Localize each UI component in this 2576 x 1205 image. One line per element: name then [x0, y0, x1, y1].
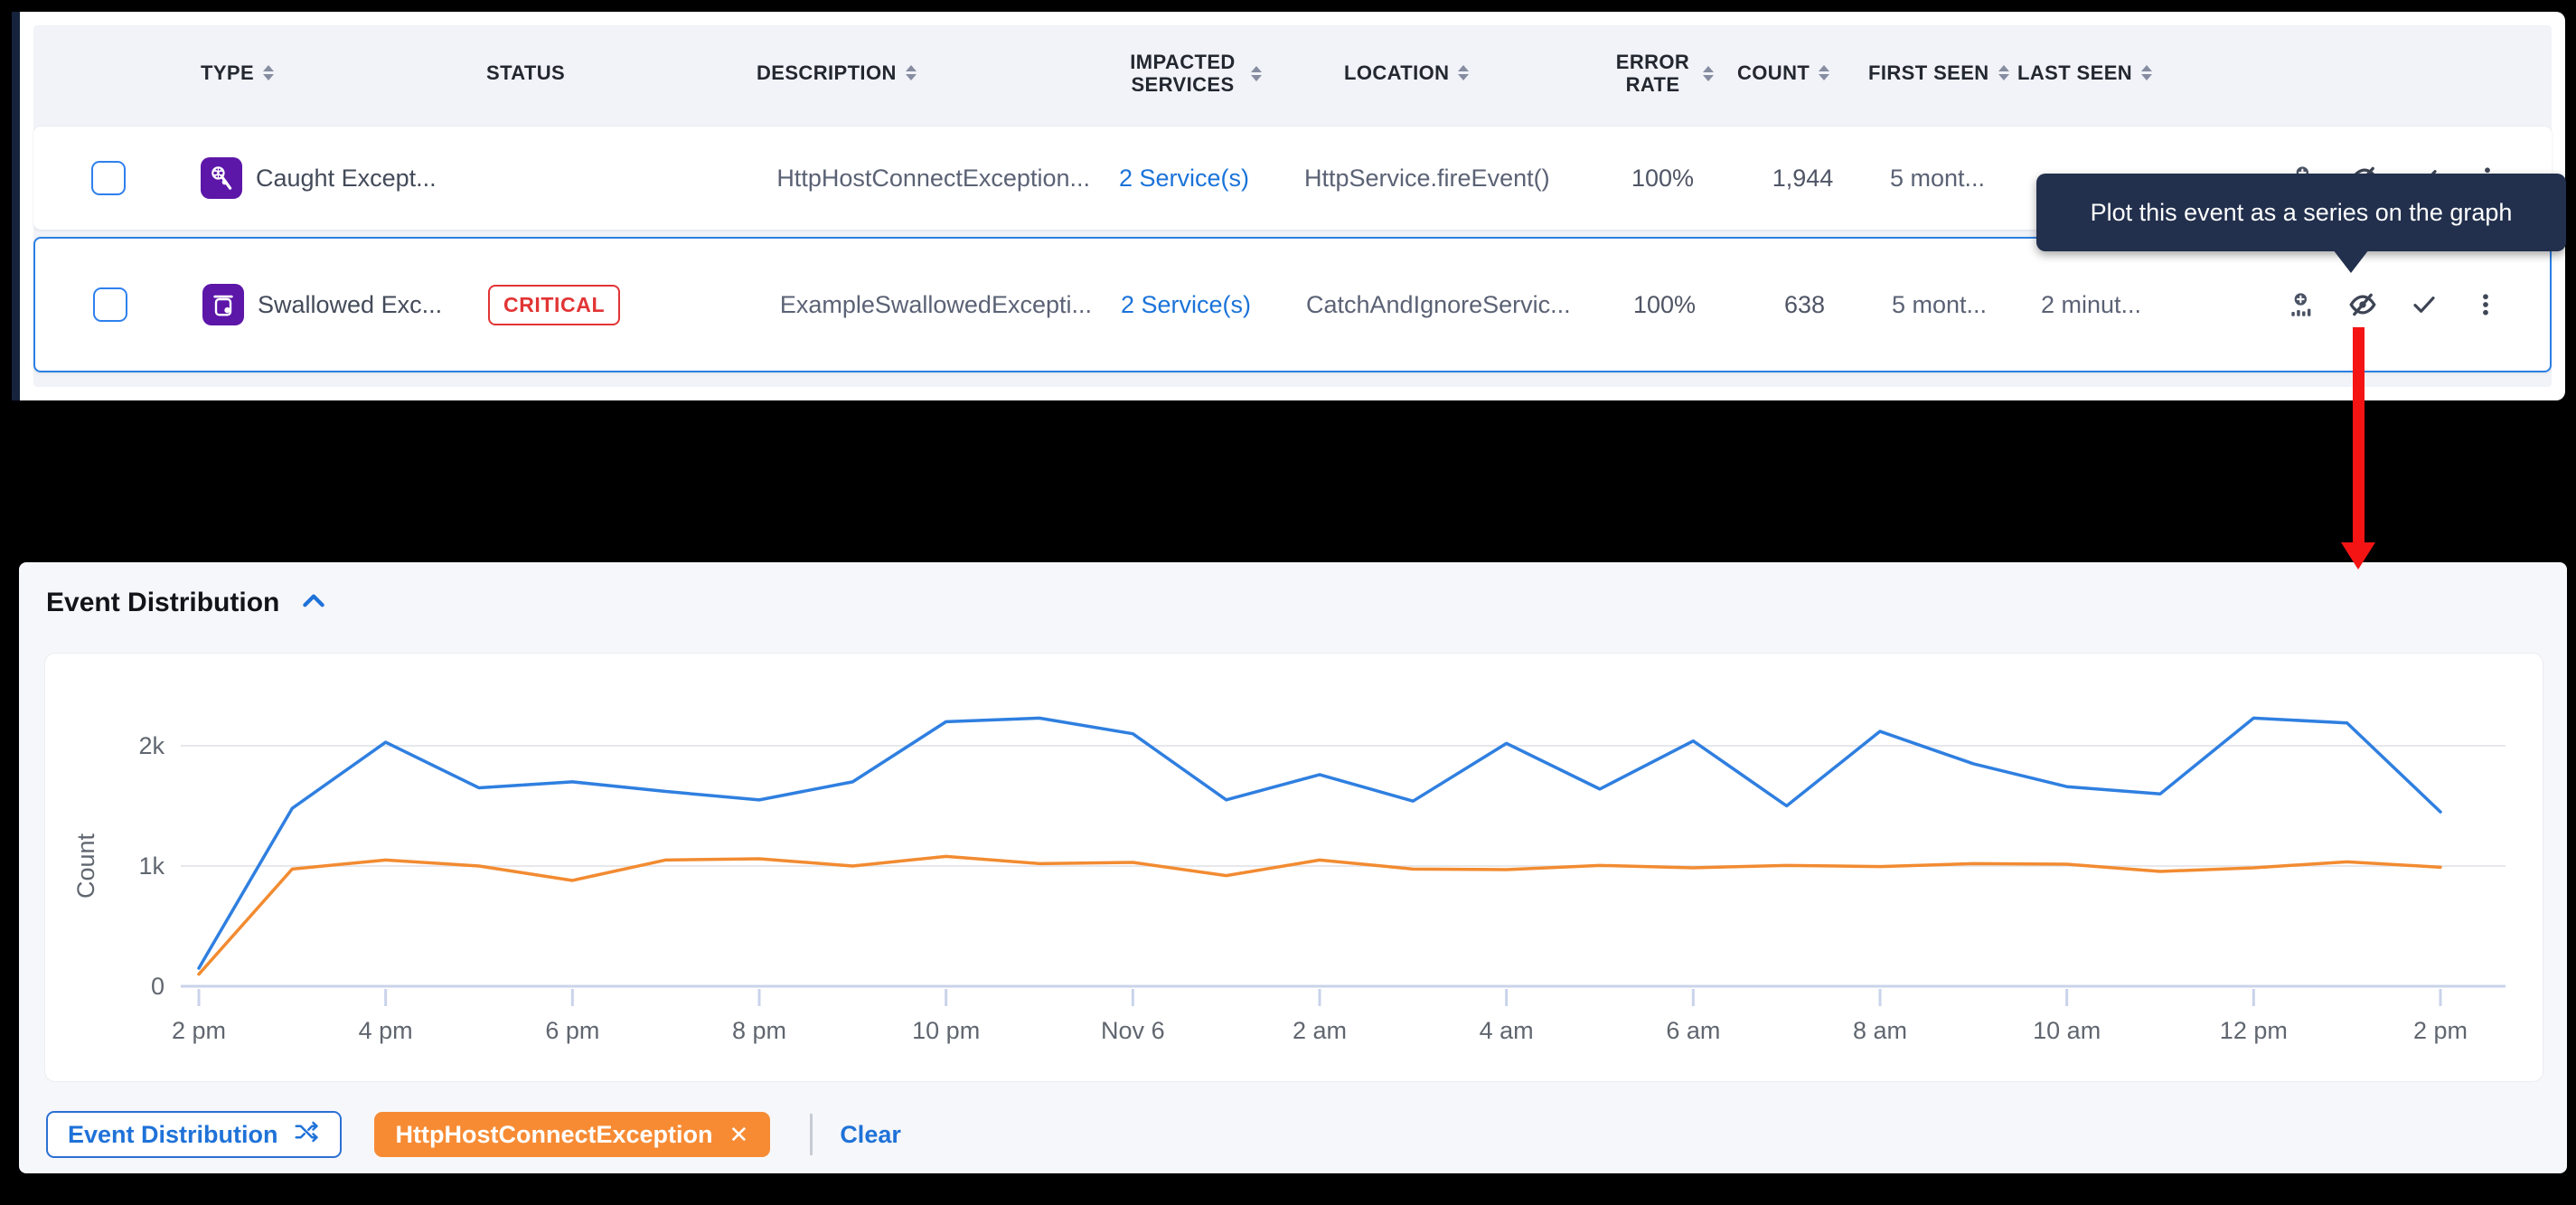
table-header-row: TYPE STATUS DESCRIPTION IMPACTED SERVICE…	[33, 25, 2552, 121]
event-distribution-section: Event Distribution 0 1k 2k 2 pm 4 pm 6 pm 8 pm…	[19, 562, 2567, 1173]
svg-text:10 am: 10 am	[2033, 1017, 2101, 1044]
series-chip-httphostconnectexception[interactable]: HttpHostConnectException ✕	[374, 1112, 771, 1157]
impacted-services-link[interactable]: 2 Service(s)	[1097, 291, 1292, 319]
section-title: Event Distribution	[46, 588, 279, 618]
column-label: LOCATION	[1344, 61, 1449, 84]
svg-text:12 pm: 12 pm	[2220, 1017, 2288, 1044]
svg-text:2 pm: 2 pm	[2413, 1017, 2468, 1044]
status-cell: CRITICAL	[456, 285, 686, 325]
chip-label: HttpHostConnectException	[396, 1121, 713, 1149]
annotation-arrow-down	[2341, 327, 2375, 571]
description-cell[interactable]: HttpHostConnectException...	[684, 165, 1095, 193]
column-header-location[interactable]: LOCATION	[1290, 61, 1588, 84]
row-checkbox[interactable]	[93, 287, 127, 322]
svg-text:6 am: 6 am	[1666, 1017, 1720, 1044]
svg-text:2 am: 2 am	[1293, 1017, 1347, 1044]
kebab-menu-icon[interactable]	[2468, 287, 2503, 322]
remove-series-icon[interactable]: ✕	[729, 1121, 749, 1149]
svg-text:8 am: 8 am	[1853, 1017, 1907, 1044]
divider	[810, 1114, 813, 1155]
event-distribution-series-button[interactable]: Event Distribution	[46, 1111, 342, 1158]
type-cell: Swallowed Exc...	[184, 284, 456, 325]
column-label: ERROR RATE	[1612, 51, 1694, 97]
sort-icon[interactable]	[2141, 65, 2152, 80]
row-actions	[2168, 287, 2550, 322]
first-seen-cell: 5 mont...	[1870, 291, 2019, 319]
table-row-selected[interactable]: Swallowed Exc... CRITICAL ExampleSwallow…	[33, 237, 2552, 372]
svg-text:Nov 6: Nov 6	[1101, 1017, 1165, 1044]
impacted-services-link[interactable]: 2 Service(s)	[1095, 165, 1290, 193]
column-header-status[interactable]: STATUS	[454, 61, 684, 84]
sort-icon[interactable]	[263, 65, 274, 80]
series-button-label: Event Distribution	[68, 1121, 278, 1149]
arrow-head	[2341, 542, 2375, 570]
column-label: FIRST SEEN	[1868, 61, 1989, 84]
error-rate-cell: 100%	[1590, 291, 1739, 319]
event-distribution-chart: 0 1k 2k 2 pm 4 pm 6 pm 8 pm 10 pm Nov 6 2 am 4 am 6…	[45, 654, 2543, 1081]
svg-text:4 am: 4 am	[1480, 1017, 1534, 1044]
event-type-label: Caught Except...	[256, 165, 437, 193]
column-label: IMPACTED SERVICES	[1124, 51, 1242, 97]
app-sidebar-edge	[12, 12, 20, 400]
sort-icon[interactable]	[906, 65, 917, 80]
svg-text:10 pm: 10 pm	[912, 1017, 980, 1044]
section-header: Event Distribution	[46, 588, 328, 618]
arrow-shaft	[2353, 327, 2364, 544]
chart-legend-row: Event Distribution HttpHostConnectExcept…	[28, 1111, 901, 1158]
row-checkbox-cell	[33, 161, 183, 195]
column-label: DESCRIPTION	[757, 61, 897, 84]
sort-icon[interactable]	[1251, 66, 1262, 81]
shuffle-series-icon	[293, 1118, 320, 1152]
last-seen-cell: 2 minut...	[2019, 291, 2168, 319]
hide-event-icon[interactable]	[2346, 287, 2380, 322]
plot-event-tooltip: Plot this event as a series on the graph	[2036, 174, 2566, 251]
svg-text:Count: Count	[72, 833, 99, 899]
count-cell: 638	[1739, 291, 1870, 319]
svg-text:0: 0	[151, 973, 165, 1000]
sort-icon[interactable]	[1819, 65, 1829, 80]
column-label: COUNT	[1737, 61, 1810, 84]
svg-text:1k: 1k	[138, 852, 165, 880]
resolve-check-icon[interactable]	[2407, 287, 2441, 322]
column-label: TYPE	[201, 61, 254, 84]
error-rate-cell: 100%	[1588, 165, 1737, 193]
first-seen-cell: 5 mont...	[1868, 165, 2017, 193]
critical-badge: CRITICAL	[488, 285, 620, 325]
svg-text:6 pm: 6 pm	[545, 1017, 599, 1044]
description-cell[interactable]: ExampleSwallowedExcepti...	[686, 291, 1097, 319]
sort-icon[interactable]	[1458, 65, 1469, 80]
tooltip-text: Plot this event as a series on the graph	[2091, 199, 2513, 227]
column-label: STATUS	[486, 61, 565, 84]
column-header-first-seen[interactable]: FIRST SEEN	[1868, 61, 2017, 84]
svg-text:2 pm: 2 pm	[172, 1017, 226, 1044]
count-cell: 1,944	[1737, 165, 1868, 193]
plot-series-icon[interactable]	[2284, 287, 2318, 322]
location-cell: CatchAndIgnoreServic...	[1292, 291, 1590, 319]
column-header-error-rate[interactable]: ERROR RATE	[1588, 51, 1737, 97]
column-header-last-seen[interactable]: LAST SEEN	[2017, 61, 2167, 84]
swallowed-exception-icon	[202, 284, 244, 325]
svg-text:4 pm: 4 pm	[359, 1017, 413, 1044]
svg-text:2k: 2k	[138, 732, 165, 759]
column-header-count[interactable]: COUNT	[1737, 61, 1868, 84]
row-checkbox[interactable]	[91, 161, 126, 195]
event-type-label: Swallowed Exc...	[258, 291, 442, 319]
event-distribution-chart-panel: 0 1k 2k 2 pm 4 pm 6 pm 8 pm 10 pm Nov 6 2 am 4 am 6…	[44, 653, 2543, 1082]
column-header-description[interactable]: DESCRIPTION	[684, 61, 1095, 84]
type-cell: Caught Except...	[183, 157, 454, 199]
row-checkbox-cell	[35, 287, 184, 322]
column-header-type[interactable]: TYPE	[183, 61, 454, 84]
column-header-impacted-services[interactable]: IMPACTED SERVICES	[1095, 51, 1290, 97]
collapse-chevron-icon[interactable]	[299, 590, 328, 617]
location-cell: HttpService.fireEvent()	[1290, 165, 1588, 193]
tooltip-caret	[2333, 249, 2369, 273]
column-label: LAST SEEN	[2017, 61, 2132, 84]
svg-text:8 pm: 8 pm	[732, 1017, 786, 1044]
clear-series-link[interactable]: Clear	[840, 1121, 901, 1149]
sort-icon[interactable]	[1703, 66, 1714, 81]
caught-exception-icon	[201, 157, 242, 199]
sort-icon[interactable]	[1998, 65, 2009, 80]
